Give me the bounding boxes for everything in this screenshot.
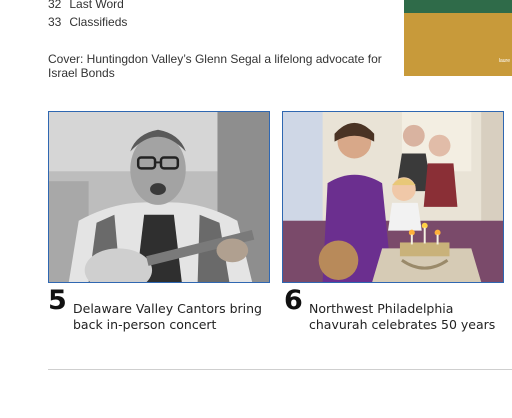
- toc-item[interactable]: 33 Classifieds: [48, 15, 127, 29]
- toc-title: Last Word: [69, 0, 124, 11]
- story-page-number: 5: [48, 285, 67, 316]
- toc-title: Classifieds: [69, 15, 128, 29]
- toc-page-number: 32: [48, 0, 62, 11]
- story-image-chavurah[interactable]: [282, 111, 504, 283]
- family-lighting-menorah-photo: [283, 112, 503, 282]
- toc-page-number: 33: [48, 15, 62, 29]
- story-headline[interactable]: Delaware Valley Cantors bring back in-pe…: [73, 301, 273, 333]
- cantor-with-guitar-photo: [49, 112, 269, 282]
- cover-credit: laure: [498, 58, 510, 64]
- story-image-cantor[interactable]: [48, 111, 270, 283]
- toc-item[interactable]: 32 Last Word: [48, 0, 124, 11]
- story-headline[interactable]: Northwest Philadelphia chavurah celebrat…: [309, 301, 509, 333]
- story-page-number: 6: [284, 285, 303, 316]
- cover-thumbnail[interactable]: laure: [404, 0, 512, 76]
- section-divider: [48, 369, 512, 370]
- cover-caption: Cover: Huntingdon Valley’s Glenn Segal a…: [48, 52, 382, 80]
- cover-band: [404, 0, 512, 13]
